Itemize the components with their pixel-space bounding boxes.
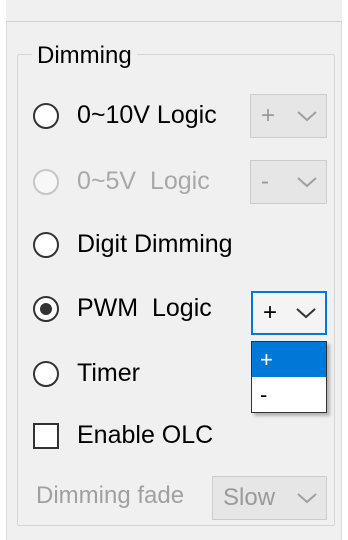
radio-0-5v-logic: 0~5V Logic <box>33 167 210 196</box>
chevron-down-icon[interactable] <box>295 306 317 320</box>
radio-label-digit-dimming: Digit Dimming <box>77 230 233 258</box>
radio-label-0-5v: 0~5V Logic <box>77 167 210 195</box>
radio-label-pwm: PWM Logic <box>77 294 212 322</box>
radio-button-circle[interactable] <box>33 231 59 258</box>
combo-value: + <box>261 102 276 129</box>
combo-value: - <box>261 168 269 195</box>
chevron-down-icon <box>297 111 317 122</box>
radio-label-0-10v: 0~10V Logic <box>77 101 217 129</box>
pwm-polarity-dropdown-list: + - <box>251 341 327 413</box>
enable-olc-label: Enable OLC <box>77 421 214 449</box>
dimming-group-title: Dimming <box>32 42 137 70</box>
radio-pwm-logic[interactable]: PWM Logic <box>33 294 212 323</box>
combo-0-5v-polarity: - <box>250 160 327 204</box>
radio-0-10v-logic[interactable]: 0~10V Logic <box>33 101 217 130</box>
checkbox-box[interactable] <box>33 422 59 449</box>
combo-value: Slow <box>223 484 276 511</box>
radio-button-circle[interactable] <box>33 360 59 387</box>
chevron-down-icon <box>297 177 317 188</box>
combo-value: + <box>263 299 278 326</box>
chevron-down-icon <box>297 493 317 504</box>
enable-olc-checkbox[interactable]: Enable OLC <box>33 421 213 450</box>
dropdown-option-minus[interactable]: - <box>252 377 326 412</box>
dimming-fade-label: Dimming fade <box>36 482 185 509</box>
radio-button-circle[interactable] <box>33 295 59 322</box>
radio-label-timer: Timer <box>77 359 140 387</box>
combo-pwm-polarity[interactable]: + <box>251 291 327 335</box>
dropdown-option-plus[interactable]: + <box>252 342 326 377</box>
radio-button-circle <box>33 168 59 195</box>
radio-timer[interactable]: Timer <box>33 359 140 388</box>
dimming-fade-combo: Slow <box>212 476 327 520</box>
radio-digit-dimming[interactable]: Digit Dimming <box>33 230 233 259</box>
combo-0-10v-polarity: + <box>250 94 327 138</box>
radio-button-circle[interactable] <box>33 102 59 129</box>
upper-control-edge <box>6 0 342 22</box>
